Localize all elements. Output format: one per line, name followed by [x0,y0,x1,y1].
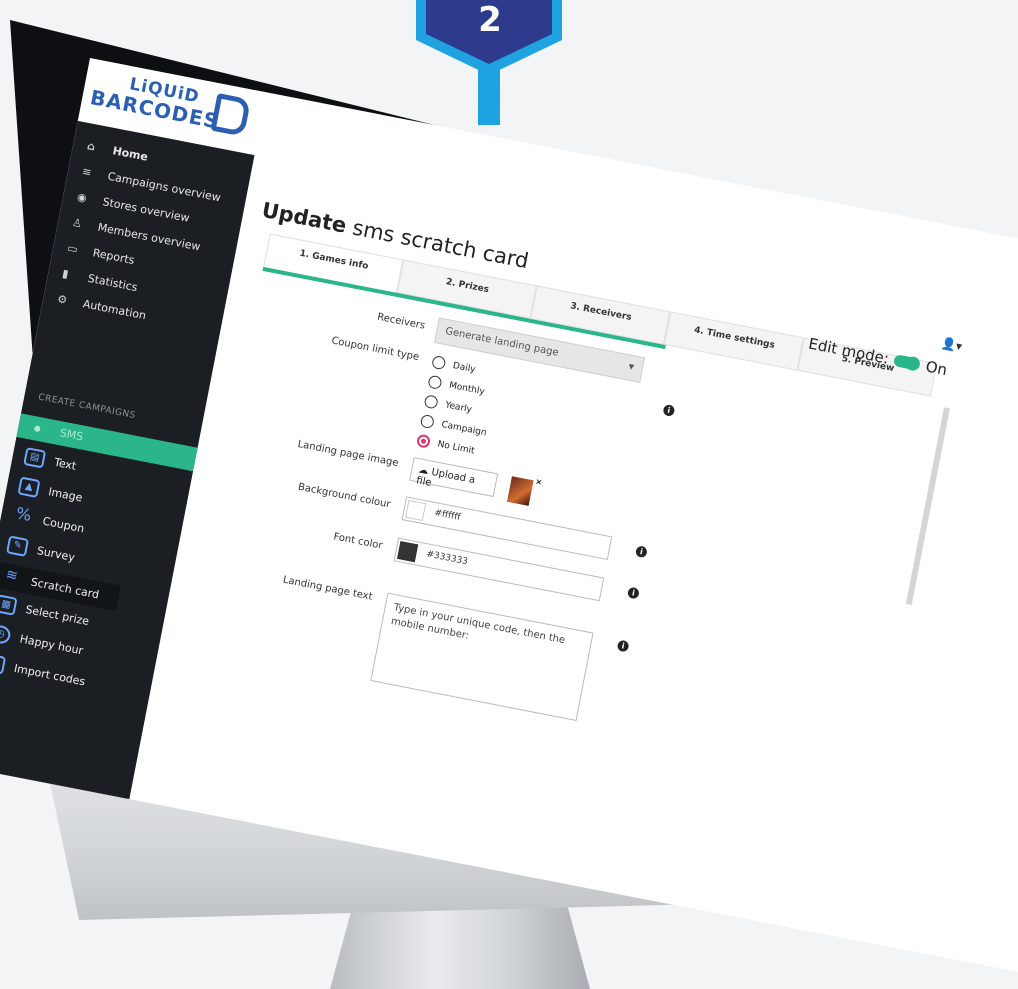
remove-image-icon[interactable]: × [535,477,543,487]
map-pin-icon: ◉ [76,190,88,205]
radio-circle-icon [427,374,443,390]
landing-image-label: Landing page image [296,438,400,470]
create-campaigns-heading: CREATE CAMPAIGNS [37,392,137,422]
radio-selected-icon [415,433,432,449]
radio-monthly[interactable]: Monthly [427,374,486,399]
info-icon[interactable]: i [662,403,676,417]
font-color-swatch[interactable] [397,541,419,563]
alarm-clock-icon: ◷ [0,623,12,646]
folder-icon: ▭ [66,241,79,257]
import-icon: ⇩ [0,653,7,675]
home-icon: ⌂ [85,139,97,154]
sidebar-item-statistics[interactable]: ▮ Statistics [61,267,138,294]
campaign-item-survey[interactable]: ✎ Survey [5,535,76,566]
grid-check-icon: ▦ [0,594,18,616]
landing-text-area[interactable]: Type in your unique code, then the mobil… [370,592,594,721]
radio-daily[interactable]: Daily [431,355,476,376]
campaign-item-import-codes[interactable]: ⇩ Import codes [0,653,87,690]
scratch-icon: ≋ [4,566,20,585]
radio-circle-icon [423,394,439,410]
campaign-item-image[interactable]: ▲ Image [17,476,84,506]
page-scrollbar[interactable] [905,407,950,605]
coupon-limit-label: Coupon limit type [330,335,420,364]
campaign-item-text[interactable]: ▤ Text [23,447,78,475]
info-icon[interactable]: i [616,639,630,653]
sidebar-item-home[interactable]: ⌂ Home [86,139,149,164]
bullet-icon [33,425,41,433]
person-icon: ♙ [71,215,84,231]
receivers-label: Receivers [376,311,427,332]
campaign-item-coupon[interactable]: % Coupon [12,503,86,537]
bar-chart-icon: ▮ [61,266,70,281]
radio-no-limit[interactable]: No Limit [415,433,476,458]
edit-icon: ✎ [5,535,30,557]
gears-icon: ⚙ [56,292,69,307]
info-icon[interactable]: i [634,545,648,559]
font-color-label: Font color [332,531,384,552]
radio-circle-icon [419,413,435,430]
chat-icon: ▤ [23,447,47,469]
image-icon: ▲ [17,476,41,498]
bg-colour-label: Background colour [297,481,392,511]
list-icon: ≡ [81,164,93,180]
bg-colour-swatch[interactable] [405,499,427,522]
radio-circle-icon [431,355,447,371]
caret-down-icon: ▼ [627,362,635,372]
logo-mark-icon [210,93,252,137]
sidebar-item-automation[interactable]: ⚙ Automation [56,292,147,322]
tab-time-settings[interactable]: 4. Time settings [663,311,804,371]
edit-mode-toggle[interactable] [893,354,922,371]
sidebar-item-reports[interactable]: ▭ Reports [66,241,135,267]
upload-file-button[interactable]: ☁ Upload a file [409,457,499,498]
info-icon[interactable]: i [626,586,640,600]
percent-icon: % [14,503,33,526]
user-menu-icon[interactable]: 👤▾ [940,336,963,354]
landing-text-label: Landing page text [281,574,374,603]
landing-image-thumbnail [506,476,534,506]
campaign-item-happy-hour[interactable]: ◷ Happy hour [0,623,85,660]
radio-yearly[interactable]: Yearly [423,394,473,416]
